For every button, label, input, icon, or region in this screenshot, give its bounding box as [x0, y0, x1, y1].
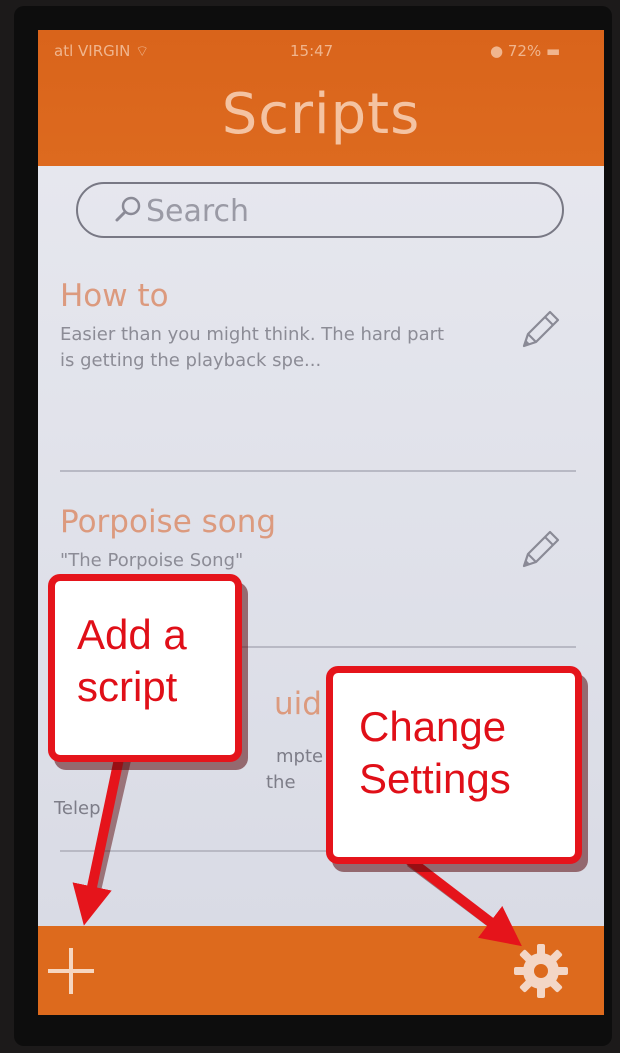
gear-icon[interactable]	[512, 942, 570, 1000]
app-screen: atl VIRGIN ⌔ 15:47 ● 72% ▬ Scripts Searc…	[38, 30, 604, 1015]
carrier-label: atl VIRGIN ⌔	[54, 42, 150, 60]
callout-text: Settings	[359, 755, 511, 802]
page-title: Scripts	[221, 82, 421, 147]
script-title: How to	[60, 278, 169, 314]
callout-text: script	[77, 663, 178, 710]
script-description: Easier than you might think. The hard pa…	[60, 324, 445, 371]
script-description-partial: the	[266, 772, 296, 793]
search-input[interactable]: Search	[76, 182, 564, 238]
callout-text: Change	[359, 703, 507, 750]
script-title-partial: uid	[274, 686, 322, 722]
change-settings-callout: Change Settings	[326, 666, 582, 864]
list-item[interactable]: Porpoise song "The Porpoise Song"	[60, 504, 576, 574]
pencil-icon[interactable]	[514, 526, 564, 576]
callout-text: Add a	[77, 611, 187, 658]
add-script-callout: Add a script	[48, 574, 242, 762]
script-description: "The Porpoise Song"	[60, 550, 244, 571]
plus-icon[interactable]	[44, 944, 98, 998]
app-header: atl VIRGIN ⌔ 15:47 ● 72% ▬ Scripts	[38, 30, 604, 166]
list-item[interactable]: How to Easier than you might think. The …	[60, 278, 576, 374]
search-icon	[115, 196, 141, 222]
status-bar: atl VIRGIN ⌔ 15:47 ● 72% ▬	[38, 30, 604, 66]
script-description-partial: mpte	[276, 746, 324, 767]
script-title: Porpoise song	[60, 504, 277, 540]
clock: 15:47	[290, 42, 334, 60]
battery-indicator: ● 72% ▬	[490, 42, 561, 60]
search-placeholder: Search	[146, 194, 250, 229]
pencil-icon[interactable]	[514, 306, 564, 356]
bottom-toolbar	[38, 926, 604, 1015]
divider	[60, 470, 576, 472]
script-description-partial: Telep	[54, 798, 101, 819]
